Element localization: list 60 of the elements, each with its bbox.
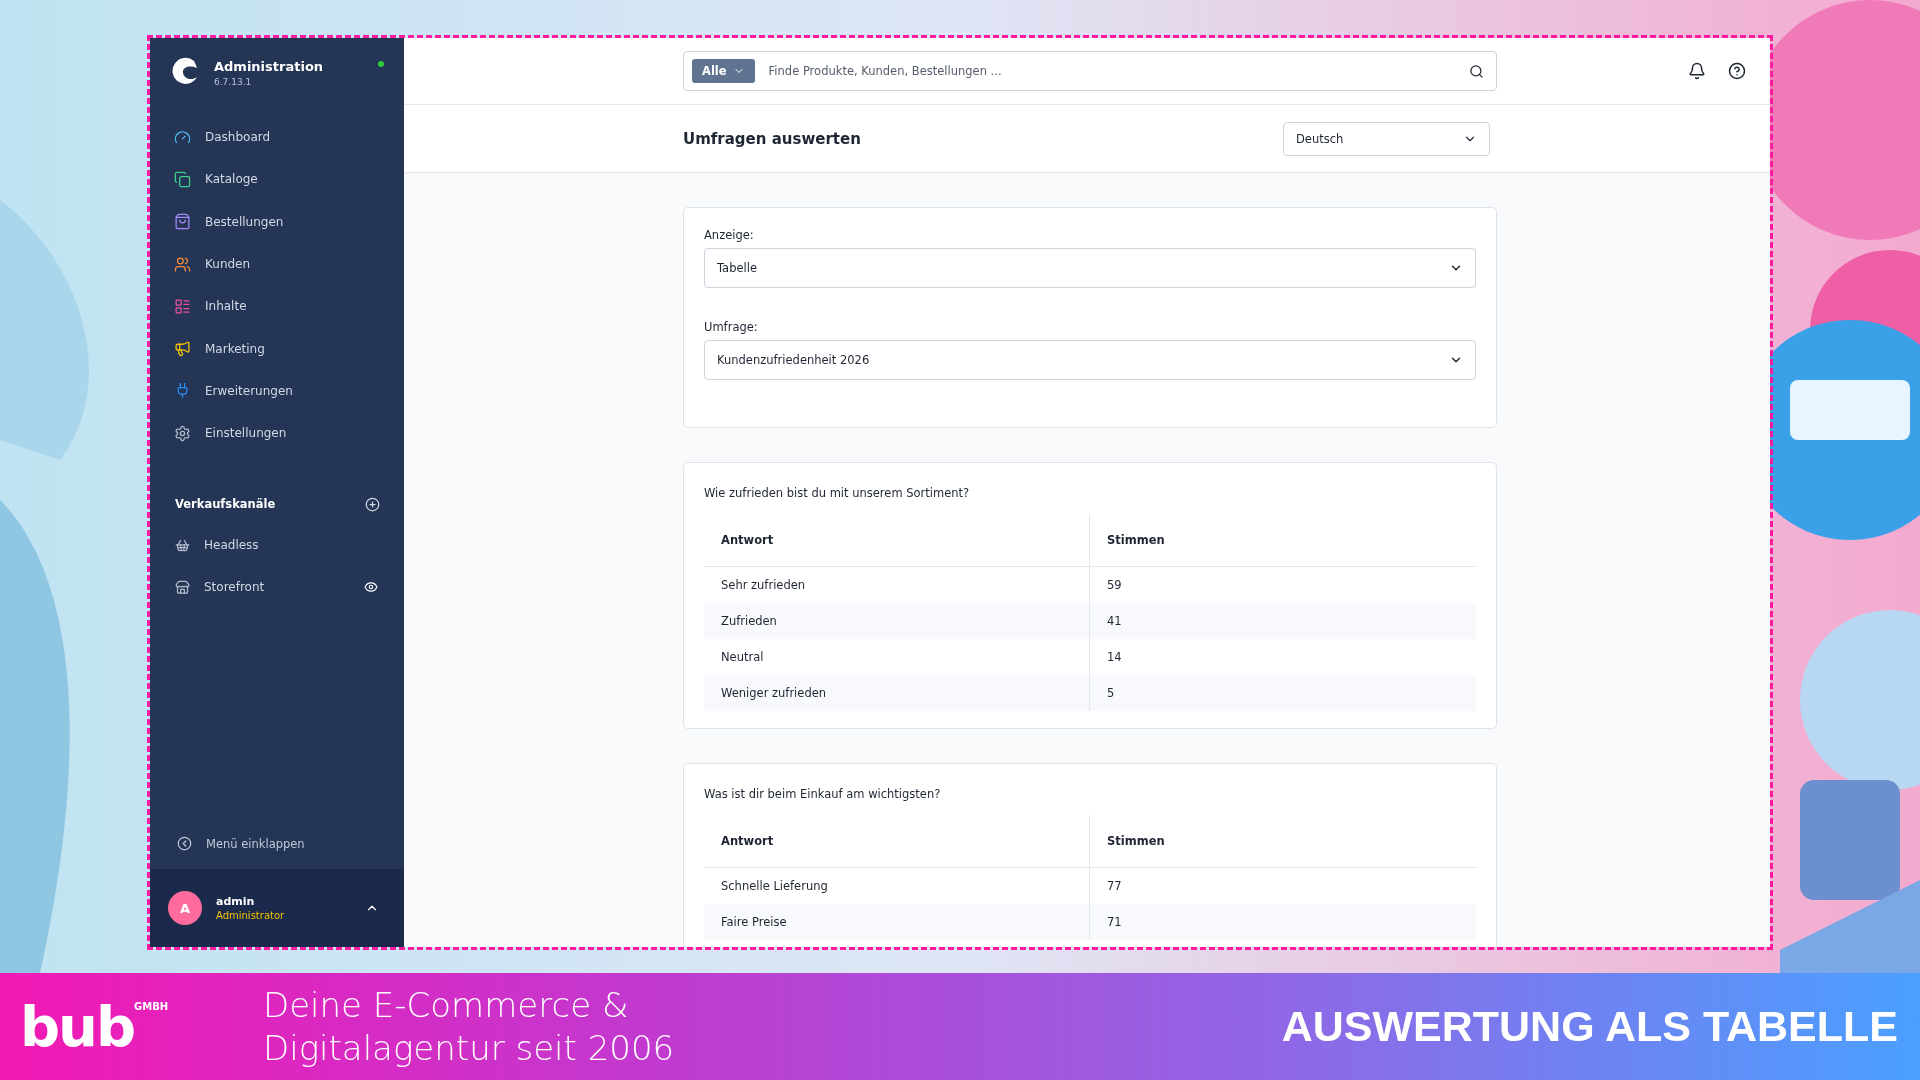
table-cell-text: 77	[1106, 878, 1123, 895]
page-title: Umfragen auswerten	[683, 129, 862, 148]
user-name: admin	[216, 895, 256, 908]
language-select[interactable]: Deutsch	[1283, 121, 1490, 156]
sales-channel-item[interactable]: Storefront	[150, 566, 404, 609]
column-header: Antwort	[704, 815, 1090, 867]
select-field[interactable]: Kundenzufriedenheit 2026	[704, 340, 1476, 380]
table-cell-text: 14	[1106, 649, 1123, 666]
logo-icon	[170, 55, 200, 85]
bell-icon[interactable]	[1688, 62, 1706, 80]
app-title: Administration	[214, 59, 325, 74]
help-icon[interactable]	[1728, 62, 1746, 80]
logo-suffix: GMBH	[134, 1000, 169, 1012]
field-label: Umfrage:	[704, 320, 759, 334]
user-avatar: A	[168, 891, 202, 925]
nav-icon	[174, 128, 191, 146]
column-header: Stimmen	[1106, 532, 1166, 549]
table-cell: Weniger zufrieden	[704, 675, 1090, 711]
column-header: Stimmen	[1106, 833, 1166, 850]
chevron-left-icon	[177, 836, 192, 851]
nav-icon	[174, 424, 191, 442]
nav-icon	[174, 213, 191, 231]
table-cell-text: 59	[1106, 577, 1123, 594]
eye-icon[interactable]	[364, 580, 378, 595]
table-cell-text: 41	[1106, 613, 1123, 630]
version-label: 6.7.13.1	[214, 77, 253, 87]
table-cell: Faire Preise	[704, 904, 1090, 940]
company-logo: bub	[20, 998, 135, 1055]
nav-icon	[174, 297, 191, 315]
table-cell-text: 5	[1106, 685, 1116, 702]
section-heading: Verkaufskanäle	[175, 497, 276, 512]
nav-icon	[174, 255, 191, 273]
field-label: Anzeige:	[704, 228, 755, 242]
nav-item[interactable]: Inhalte	[174, 285, 404, 328]
status-dot	[378, 61, 384, 67]
add-icon[interactable]	[365, 496, 380, 512]
collapse-menu-link[interactable]: Menü einklappen	[150, 836, 404, 869]
user-role: Administrator	[216, 910, 286, 921]
nav-icon	[174, 170, 191, 188]
nav-icon	[174, 340, 191, 358]
select-field[interactable]: Tabelle	[704, 248, 1476, 288]
nav-item[interactable]: Bestellungen	[174, 200, 404, 243]
nav-item[interactable]: Einstellungen	[174, 412, 404, 455]
nav-item[interactable]: Kunden	[174, 242, 404, 286]
table-cell-text: 71	[1106, 914, 1123, 931]
survey-question: Wie zufrieden bist du mit unserem Sortiment?	[704, 486, 971, 500]
nav-item[interactable]: Erweiterungen	[174, 369, 404, 413]
nav-item[interactable]: Marketing	[174, 327, 404, 370]
scope-dropdown[interactable]: Alle	[692, 59, 755, 83]
nav-item[interactable]: Kataloge	[174, 158, 404, 201]
column-header: Antwort	[704, 514, 1090, 566]
search-field[interactable]: Alle Finde Produkte, Kunden, Bestellungen ...	[683, 51, 1497, 91]
channel-icon	[175, 537, 190, 553]
survey-question: Was ist dir beim Einkauf am wichtigsten?	[704, 787, 942, 801]
channel-icon	[175, 579, 190, 595]
sales-channel-item[interactable]: Headless	[150, 524, 404, 567]
tagline: Deine E-Commerce & Digitalagentur seit 2006	[263, 984, 676, 1069]
nav-item[interactable]: Dashboard	[174, 116, 404, 159]
banner-headline: AUSWERTUNG ALS TABELLE	[1281, 1002, 1898, 1051]
search-icon[interactable]	[1469, 63, 1484, 79]
